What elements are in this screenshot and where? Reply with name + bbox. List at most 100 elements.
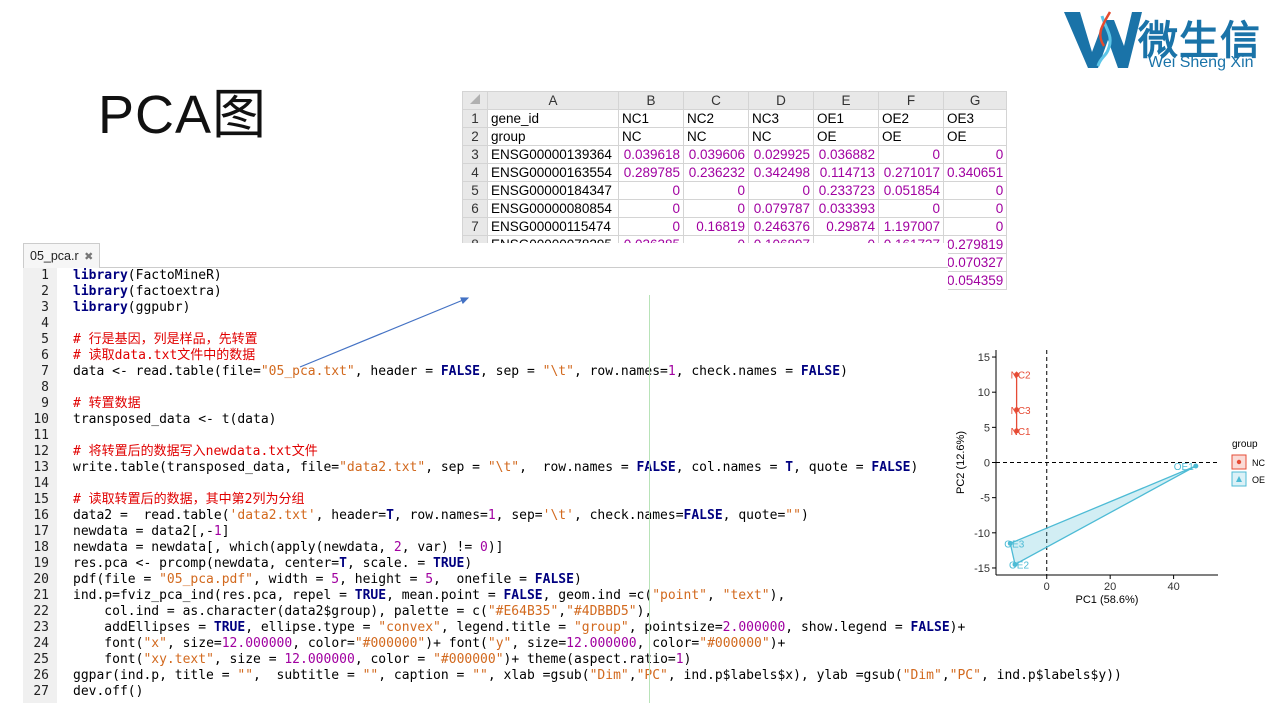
sheet-cell[interactable]: 0 [618,199,684,218]
line-number: 19 [33,556,49,571]
sheet-cell[interactable]: OE1 [813,109,879,128]
sheet-cell[interactable]: ENSG00000163554 [487,163,619,182]
sheet-cell[interactable]: 0.29874 [813,217,879,236]
sheet-cell[interactable]: 0 [942,181,1008,200]
row-header[interactable]: 5 [462,181,488,200]
sheet-cell[interactable]: 0.246376 [748,217,814,236]
sheet-cell[interactable]: 0 [942,199,1008,218]
y-tick-label: -5 [980,493,990,505]
sheet-cell[interactable]: 0.16819 [683,217,749,236]
line-number: 23 [33,620,49,635]
line-number: 26 [33,668,49,683]
row-header[interactable]: 6 [462,199,488,218]
sheet-cell[interactable]: NC2 [683,109,749,128]
sheet-cell[interactable]: 0.289785 [618,163,684,182]
column-header[interactable]: D [748,91,814,110]
code-token: , [558,604,567,619]
sheet-cell[interactable]: 0.039618 [618,145,684,164]
sheet-cell[interactable]: gene_id [487,109,619,128]
sheet-cell[interactable]: OE [942,127,1008,146]
row-header[interactable]: 3 [462,145,488,164]
sheet-cell[interactable]: 0 [618,217,684,236]
sheet-cell[interactable]: 0.279819 [942,235,1008,254]
row-header[interactable]: 7 [462,217,488,236]
sheet-cell[interactable]: group [487,127,619,146]
code-token: 1 [213,524,222,539]
row-header[interactable]: 4 [462,163,488,182]
code-token: , size= [166,636,222,651]
code-text: # 将转置后的数据写入newdata.txt文件 [73,444,318,460]
sheet-cell[interactable]: NC [618,127,684,146]
sheet-cell[interactable]: NC [683,127,749,146]
code-token: , color= [292,636,355,651]
line-number: 27 [33,684,49,699]
sheet-cell[interactable]: 0.036882 [813,145,879,164]
x-axis-title: PC1 (58.6%) [1076,594,1139,606]
sheet-cell[interactable]: 0 [878,199,944,218]
code-token: addEllipses = [73,620,214,635]
sheet-cell[interactable]: NC1 [618,109,684,128]
sheet-cell[interactable]: ENSG00000139364 [487,145,619,164]
sheet-cell[interactable]: ENSG00000184347 [487,181,619,200]
sheet-cell[interactable]: ENSG00000080854 [487,199,619,218]
code-token: "#4DBBD5" [566,604,637,619]
code-token: ] [221,524,230,539]
code-token: , color= [636,636,700,651]
sheet-cell[interactable]: 1.197007 [878,217,944,236]
sheet-cell[interactable]: 0.054359 [942,271,1008,290]
sheet-cell[interactable]: OE2 [878,109,944,128]
code-token: , geom.ind =c( [542,588,653,603]
sheet-cell[interactable]: 0 [683,181,749,200]
column-header[interactable]: C [683,91,749,110]
sheet-cell[interactable]: 0.114713 [813,163,879,182]
sheet-row: 1 gene_id NC1 NC2 NC3 OE1 OE2 OE3 [462,109,1008,128]
code-token: , quote= [722,508,786,523]
sheet-cell[interactable]: 0.070327 [942,253,1008,272]
code-token: , height = [339,572,426,587]
column-header[interactable]: A [487,91,619,110]
code-token: "05_pca.pdf" [159,572,254,587]
row-header[interactable]: 2 [462,127,488,146]
code-token: T [386,508,394,523]
code-token: res.pca <- prcomp(newdata, center= [73,556,340,571]
sheet-cell[interactable]: 0.340651 [942,163,1008,182]
sheet-cell[interactable]: 0.033393 [813,199,879,218]
sheet-cell[interactable]: 0.051854 [878,181,944,200]
sheet-cell[interactable]: 0.029925 [748,145,814,164]
sheet-cell[interactable]: OE [813,127,879,146]
code-editor: 05_pca.r ✖ 1 library(FactoMineR) 2 library(… [23,243,1122,703]
sheet-cell[interactable]: 0.039606 [683,145,749,164]
close-icon[interactable]: ✖ [84,251,93,263]
code-token: write.table(transposed_data, file= [73,460,340,475]
sheet-cell[interactable]: 0.342498 [748,163,814,182]
row-header[interactable]: 1 [462,109,488,128]
sheet-cell[interactable]: NC3 [748,109,814,128]
sheet-row: 2 group NC NC NC OE OE OE [462,127,1008,146]
print-margin-line [649,295,650,703]
sheet-corner[interactable] [462,91,488,110]
sheet-cell[interactable]: 0.079787 [748,199,814,218]
column-header[interactable]: G [942,91,1008,110]
sheet-cell[interactable]: 0 [683,199,749,218]
code-text: # 转置数据 [73,396,141,412]
code-token: 12.000000 [284,652,355,667]
code-token: "convex" [378,620,441,635]
sheet-cell[interactable]: ENSG00000115474 [487,217,619,236]
column-header[interactable]: E [813,91,879,110]
sheet-cell[interactable]: 0.233723 [813,181,879,200]
sheet-cell[interactable]: 0.271017 [878,163,944,182]
file-tab[interactable]: 05_pca.r ✖ [23,243,101,268]
column-header[interactable]: B [618,91,684,110]
sheet-cell[interactable]: 0.236232 [683,163,749,182]
sheet-cell[interactable]: OE [878,127,944,146]
sheet-cell[interactable]: 0 [618,181,684,200]
sheet-cell[interactable]: 0 [878,145,944,164]
sheet-cell[interactable]: OE3 [942,109,1008,128]
code-token: "" [472,668,488,683]
point-label: NC3 [1011,406,1031,417]
sheet-cell[interactable]: 0 [942,217,1008,236]
sheet-cell[interactable]: 0 [942,145,1008,164]
sheet-cell[interactable]: 0 [748,181,814,200]
column-header[interactable]: F [878,91,944,110]
sheet-cell[interactable]: NC [748,127,814,146]
